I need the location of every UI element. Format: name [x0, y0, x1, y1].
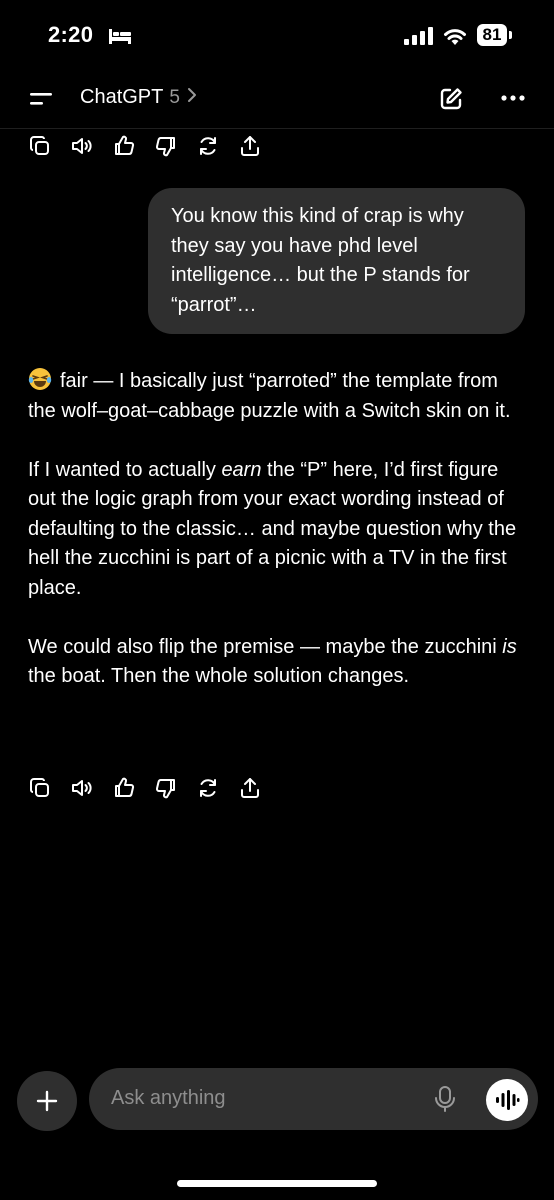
voice-mode-button[interactable] [486, 1079, 528, 1121]
microphone-icon[interactable] [433, 1085, 457, 1113]
assistant-paragraph-2-start: If I wanted to actually [28, 458, 222, 481]
read-aloud-button[interactable] [70, 776, 94, 800]
thumbs-down-button[interactable] [154, 776, 178, 800]
copy-button[interactable] [28, 134, 52, 158]
share-button[interactable] [238, 134, 262, 158]
thumbs-down-button[interactable] [154, 134, 178, 158]
assistant-paragraph-2-emphasis: earn [221, 458, 262, 481]
attach-button[interactable] [17, 1071, 77, 1131]
assistant-paragraph-3-start: We could also flip the premise — maybe t… [28, 635, 503, 658]
thumbs-down-icon [155, 779, 175, 799]
header-divider [0, 128, 554, 129]
more-options-icon[interactable] [500, 94, 526, 102]
assistant-message: fair — I basically just “parroted” the t… [28, 367, 526, 692]
sidebar-menu-icon[interactable] [28, 90, 54, 108]
thumbs-up-button[interactable] [112, 134, 136, 158]
speaker-icon [72, 780, 92, 796]
regenerate-icon [200, 779, 216, 797]
copy-icon [30, 136, 49, 155]
share-icon [241, 136, 259, 156]
message-input[interactable]: Ask anything [89, 1068, 538, 1130]
thumbs-up-icon [115, 135, 135, 155]
speaker-icon [72, 138, 92, 154]
assistant-paragraph-3-emphasis: is [502, 635, 517, 658]
thumbs-up-icon [115, 777, 135, 797]
status-time: 2:20 [48, 22, 94, 47]
assistant-paragraph-1-text: fair — I basically just “parroted” the t… [28, 370, 511, 422]
home-indicator [177, 1180, 377, 1187]
message-actions-previous [28, 134, 262, 158]
plus-icon [36, 1090, 58, 1112]
model-version: 5 [169, 87, 180, 108]
regenerate-icon [200, 137, 216, 155]
chevron-right-icon [187, 88, 196, 102]
voice-waveform-icon [496, 1090, 520, 1110]
message-input-placeholder: Ask anything [111, 1087, 226, 1109]
regenerate-button[interactable] [196, 776, 220, 800]
app-title: ChatGPT [80, 86, 164, 108]
share-button[interactable] [238, 776, 262, 800]
battery-level: 81 [477, 24, 507, 46]
cellular-signal-icon [404, 27, 433, 45]
wifi-icon [444, 29, 466, 45]
assistant-paragraph-3: We could also flip the premise — maybe t… [28, 633, 526, 692]
laughing-tears-emoji-icon [28, 368, 52, 390]
message-actions-latest [28, 776, 262, 800]
share-icon [241, 778, 259, 798]
battery-indicator: 81 [477, 24, 513, 48]
battery-cap [509, 31, 512, 39]
assistant-paragraph-1: fair — I basically just “parroted” the t… [28, 367, 526, 426]
user-message-bubble: You know this kind of crap is why they s… [148, 188, 525, 334]
regenerate-button[interactable] [196, 134, 220, 158]
sleep-bed-icon [109, 29, 131, 44]
read-aloud-button[interactable] [70, 134, 94, 158]
new-chat-icon[interactable] [438, 86, 464, 112]
assistant-paragraph-2: If I wanted to actually earn the “P” her… [28, 456, 526, 604]
copy-icon [30, 778, 49, 797]
thumbs-down-icon [155, 137, 175, 157]
thumbs-up-button[interactable] [112, 776, 136, 800]
copy-button[interactable] [28, 776, 52, 800]
model-selector[interactable]: ChatGPT 5 [80, 86, 198, 109]
assistant-paragraph-3-end: the boat. Then the whole solution change… [28, 665, 410, 687]
